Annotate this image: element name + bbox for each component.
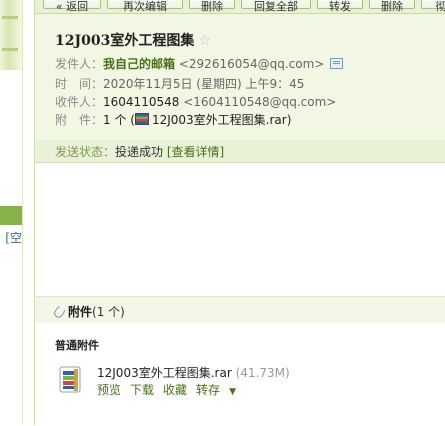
folder-snippet[interactable]: 空] (0, 229, 22, 246)
attachment-link[interactable]: 12J003室外工程图集.rar (152, 113, 287, 127)
preview-link[interactable]: 预览 (97, 383, 121, 397)
download-link[interactable]: 下载 (130, 383, 154, 397)
save-to-link[interactable]: 转存 ▼ (196, 383, 245, 397)
from-row: 发件人：我自己的邮箱 <292616054@qq.com> (55, 56, 344, 73)
attachment-file-size: (41.73M) (235, 366, 290, 380)
subject-text: 12J003室外工程图集 (55, 33, 195, 49)
attachment-actions: 预览 下载 收藏 转存 ▼ (97, 381, 254, 398)
delete-button[interactable]: 删除 (189, 0, 235, 13)
rar-file-icon (134, 113, 149, 125)
attachments-title: 附件(1 个) (52, 303, 125, 320)
from-address: <292616054@qq.com> (178, 57, 325, 71)
to-row: 收件人：1604110548 <1604110548@qq.com> (55, 94, 336, 111)
contact-card-icon[interactable] (330, 58, 344, 69)
attachments-header: 附件(1 个) (35, 297, 445, 323)
send-status-bar: 发送状态：投递成功 [查看详情] (35, 140, 445, 163)
time-row: 时 间：2020年11月5日 (星期四) 上午9：45 (55, 76, 304, 93)
back-button[interactable]: « 返回 (43, 0, 101, 13)
left-rail: 空] (0, 0, 23, 425)
mail-view: « 返回 再次编辑 删除 回复全部 转发 删除 彻 12J003室外工程图集☆ … (34, 0, 445, 426)
attachment-label: 附 件： (55, 113, 104, 127)
caret-down-icon[interactable]: ▼ (229, 387, 236, 397)
from-name[interactable]: 我自己的邮箱 (103, 57, 175, 71)
reply-all-button[interactable]: 回复全部 (241, 0, 311, 13)
attachment-file-title[interactable]: 12J003室外工程图集.rar (97, 366, 232, 380)
send-status: 发送状态：投递成功 [查看详情] (55, 143, 224, 160)
attachments-title-text: 附件 (68, 305, 93, 319)
mail-subject: 12J003室外工程图集 ☆ (55, 30, 211, 50)
toolbar: « 返回 再次编辑 删除 回复全部 转发 删除 彻 (35, 0, 445, 14)
bamboo-decoration (0, 0, 22, 70)
status-details-link[interactable]: [查看详情] (167, 145, 224, 159)
rar-archive-icon[interactable] (59, 365, 81, 393)
forward-button[interactable]: 转发 (317, 0, 363, 13)
bamboo-node (2, 48, 18, 51)
to-name[interactable]: 1604110548 (103, 95, 179, 109)
time-value: 2020年11月5日 (星期四) 上午9：45 (103, 77, 305, 91)
time-label: 时 间： (55, 77, 104, 91)
attachment-close-paren: ) (286, 113, 292, 127)
reedit-button[interactable]: 再次编辑 (107, 0, 183, 13)
attachment-group-title: 普通附件 (55, 339, 99, 352)
attachment-row: 附 件：1 个 ( 12J003室外工程图集.rar) (55, 112, 291, 129)
folder-selected-bar[interactable] (0, 206, 22, 225)
from-label: 发件人： (55, 57, 104, 71)
to-address: <1604110548@qq.com> (183, 95, 337, 109)
attachment-file-name: 12J003室外工程图集.rar (41.73M) (97, 364, 290, 381)
attachments-section: 附件(1 个) 普通附件 12J003室外工程图集.rar (41.73M) 预… (35, 296, 445, 426)
save-to-text[interactable]: 转存 (196, 383, 220, 397)
star-icon[interactable]: ☆ (198, 33, 211, 49)
more-button[interactable]: 彻 (421, 0, 445, 13)
to-label: 收件人： (55, 95, 104, 109)
delete-permanent-button[interactable]: 删除 (369, 0, 415, 13)
bamboo-node (2, 16, 18, 19)
attachments-count: (1 个) (92, 305, 125, 319)
status-label: 发送状态： (55, 145, 116, 159)
paperclip-icon (52, 304, 67, 320)
save-link[interactable]: 收藏 (163, 383, 187, 397)
status-value: 投递成功 (115, 145, 164, 159)
attachment-count: 1 个 ( (103, 113, 135, 127)
mail-header: 12J003室外工程图集 ☆ 发件人：我自己的邮箱 <292616054@qq.c… (35, 14, 445, 141)
